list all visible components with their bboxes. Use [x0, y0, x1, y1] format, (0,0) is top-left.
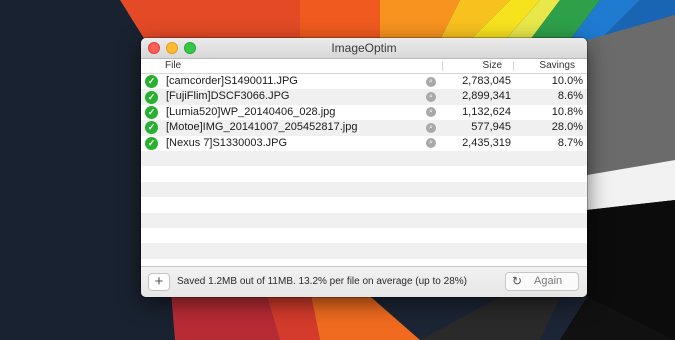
magnifier-icon[interactable]: ⌕: [426, 107, 436, 118]
refresh-icon: ↻: [512, 274, 523, 288]
magnifier-icon[interactable]: ⌕: [426, 138, 436, 149]
empty-row: [141, 212, 587, 228]
column-divider: [442, 61, 443, 71]
empty-row: [141, 166, 587, 181]
checkmark-icon: ✓: [145, 90, 158, 104]
checkmark-icon: ✓: [145, 75, 158, 89]
column-header-savings[interactable]: Savings: [513, 59, 575, 73]
file-name: [camcorder]S1490011.JPG: [166, 75, 298, 87]
file-name: [Lumia520]WP_20140406_028.jpg: [166, 105, 336, 118]
column-header-file[interactable]: File: [165, 59, 181, 73]
status-bar: + Saved 1.2MB out of 11MB. 13.2% per fil…: [141, 266, 587, 297]
again-button-label: Again: [534, 275, 563, 287]
file-size: 1,132,624: [462, 105, 511, 118]
file-name: [FujiFlim]DSCF3066.JPG: [166, 90, 290, 103]
file-size: 2,435,319: [462, 136, 511, 149]
checkmark-icon: ✓: [145, 121, 158, 135]
table-row[interactable]: ✓ [camcorder]S1490011.JPG ⌕ 2,783,045 10…: [141, 74, 587, 89]
file-savings: 10.8%: [551, 105, 583, 118]
empty-row: [141, 228, 587, 243]
magnifier-icon[interactable]: ⌕: [426, 122, 436, 133]
column-header-size[interactable]: Size: [444, 59, 502, 73]
empty-row: [141, 197, 587, 212]
checkmark-icon: ✓: [145, 105, 158, 119]
file-savings: 28.0%: [551, 121, 583, 134]
table-header: File Size Savings: [141, 59, 587, 74]
empty-row: [141, 243, 587, 259]
file-size: 2,783,045: [462, 75, 511, 87]
table-row[interactable]: ✓ [FujiFlim]DSCF3066.JPG ⌕ 2,899,341 8.6…: [141, 89, 587, 105]
table-row[interactable]: ✓ [Lumia520]WP_20140406_028.jpg ⌕ 1,132,…: [141, 105, 587, 120]
file-size: 577,945: [471, 121, 511, 134]
file-savings: 10.0%: [551, 75, 583, 87]
empty-row: [141, 150, 587, 167]
table-row[interactable]: ✓ [Motoe]IMG_20141007_205452817.jpg ⌕ 57…: [141, 120, 587, 136]
savings-summary: Saved 1.2MB out of 11MB. 13.2% per file …: [177, 276, 467, 287]
magnifier-icon[interactable]: ⌕: [426, 76, 436, 87]
magnifier-icon[interactable]: ⌕: [426, 92, 436, 103]
title-bar[interactable]: ImageOptim: [141, 38, 587, 59]
empty-row: [141, 181, 587, 198]
table-row[interactable]: ✓ [Nexus 7]S1330003.JPG ⌕ 2,435,319 8.7%: [141, 136, 587, 151]
imageoptim-window: ImageOptim File Size Savings ✓ [camcorde…: [141, 38, 587, 297]
checkmark-icon: ✓: [145, 136, 158, 150]
file-name: [Motoe]IMG_20141007_205452817.jpg: [166, 121, 358, 134]
file-name: [Nexus 7]S1330003.JPG: [166, 136, 288, 149]
file-savings: 8.7%: [557, 136, 583, 149]
file-list: ✓ [camcorder]S1490011.JPG ⌕ 2,783,045 10…: [141, 74, 587, 259]
again-button[interactable]: ↻ Again: [505, 272, 579, 291]
file-size: 2,899,341: [462, 90, 511, 103]
window-title: ImageOptim: [331, 41, 397, 55]
add-files-button[interactable]: +: [148, 273, 170, 291]
file-savings: 8.6%: [557, 90, 583, 103]
